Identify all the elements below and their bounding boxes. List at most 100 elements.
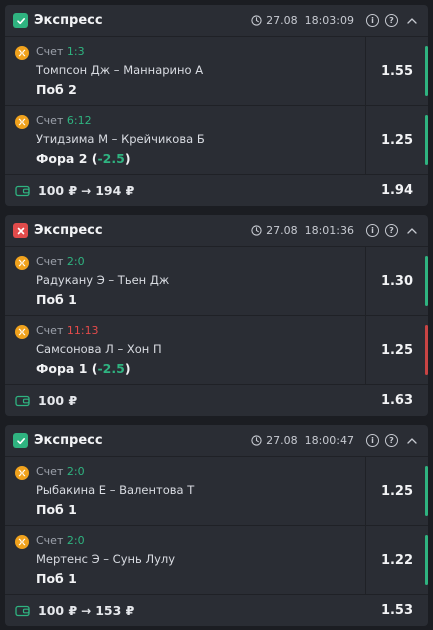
result-indicator-win: [425, 466, 428, 516]
clock-icon: [251, 435, 262, 446]
payout-amount: 153 ₽: [95, 603, 135, 618]
wallet-icon: [15, 605, 30, 616]
clock-icon: [251, 225, 262, 236]
event-row[interactable]: Счет 2:0 Мертенс Э – Сунь Лулу Поб 1 1.2…: [5, 526, 428, 595]
score-label: Счет: [36, 324, 64, 337]
tennis-ball-icon: [15, 535, 29, 549]
event-pick: Поб 1: [36, 571, 77, 586]
info-icon[interactable]: i: [366, 14, 379, 27]
score-value: 11:13: [66, 324, 99, 337]
event-score: Счет 11:13: [36, 324, 162, 340]
handicap-value: -2.5: [97, 361, 125, 376]
chevron-up-icon[interactable]: [404, 14, 420, 28]
chevron-up-icon[interactable]: [404, 434, 420, 448]
bet-history: Экспресс 27.08 18:03:09 i ? Счет 1:3 Том…: [0, 0, 433, 630]
score-value: 2:0: [66, 465, 85, 478]
bet-card-header: Экспресс 27.08 18:00:47 i ?: [5, 425, 428, 457]
event-score: Счет 6:12: [36, 114, 205, 130]
bet-card-footer: 100 ₽ 1.63: [5, 385, 428, 416]
event-row[interactable]: Счет 11:13 Самсонова Л – Хон П Фора 1 (-…: [5, 316, 428, 385]
result-indicator-win: [425, 46, 428, 96]
arrow-icon: →: [81, 183, 92, 198]
bet-card-header: Экспресс 27.08 18:03:09 i ?: [5, 5, 428, 37]
stake-amount: 100 ₽: [38, 393, 78, 408]
chevron-up-icon[interactable]: [404, 224, 420, 238]
bet-date: 27.08: [266, 434, 298, 447]
event-pick: Фора 1 (-2.5): [36, 361, 131, 376]
event-teams: Томпсон Дж – Маннарино А: [36, 63, 204, 77]
result-indicator-win: [425, 115, 428, 165]
info-icon[interactable]: i: [366, 224, 379, 237]
total-odds: 1.63: [380, 393, 414, 408]
wallet-icon: [15, 395, 30, 406]
payout-amount: 194 ₽: [95, 183, 135, 198]
score-value: 2:0: [66, 255, 85, 268]
bet-type-title: Экспресс: [34, 433, 103, 448]
result-indicator-loss: [425, 325, 428, 375]
event-score: Счет 1:3: [36, 45, 203, 61]
event-row[interactable]: Счет 6:12 Утидзима М – Крейчикова Б Фора…: [5, 106, 428, 175]
total-odds: 1.94: [380, 183, 414, 198]
event-row[interactable]: Счет 1:3 Томпсон Дж – Маннарино А Поб 2 …: [5, 37, 428, 106]
bet-time: 18:03:09: [304, 14, 354, 27]
stake-amount: 100 ₽: [38, 183, 78, 198]
bet-datetime: 27.08 18:00:47: [251, 434, 354, 447]
status-won-badge: [13, 13, 28, 28]
score-value: 2:0: [66, 534, 85, 547]
tennis-ball-icon: [15, 325, 29, 339]
score-value: 6:12: [66, 114, 92, 127]
bet-datetime: 27.08 18:03:09: [251, 14, 354, 27]
score-label: Счет: [36, 45, 64, 58]
bet-card: Экспресс 27.08 18:00:47 i ? Счет 2:0 Рыб…: [5, 425, 428, 626]
total-odds: 1.53: [380, 603, 414, 618]
event-row[interactable]: Счет 2:0 Рыбакина Е – Валентова Т Поб 1 …: [5, 457, 428, 526]
event-odds: 1.25: [380, 342, 414, 358]
bet-type-title: Экспресс: [34, 223, 103, 238]
bet-card-header: Экспресс 27.08 18:01:36 i ?: [5, 215, 428, 247]
bet-type-title: Экспресс: [34, 13, 103, 28]
checkmark-icon: [16, 437, 25, 444]
event-pick: Фора 2 (-2.5): [36, 151, 131, 166]
info-icon[interactable]: i: [366, 434, 379, 447]
event-pick: Поб 1: [36, 292, 77, 307]
event-teams: Мертенс Э – Сунь Лулу: [36, 552, 176, 566]
event-score: Счет 2:0: [36, 534, 175, 550]
bet-card-footer: 100 ₽ → 194 ₽ 1.94: [5, 175, 428, 206]
bet-card: Экспресс 27.08 18:03:09 i ? Счет 1:3 Том…: [5, 5, 428, 206]
tennis-ball-icon: [15, 115, 29, 129]
bet-date: 27.08: [266, 14, 298, 27]
event-teams: Рыбакина Е – Валентова Т: [36, 483, 195, 497]
event-pick: Поб 1: [36, 502, 77, 517]
help-icon[interactable]: ?: [385, 434, 398, 447]
result-indicator-win: [425, 256, 428, 306]
help-icon[interactable]: ?: [385, 14, 398, 27]
bet-time: 18:00:47: [304, 434, 354, 447]
handicap-value: -2.5: [97, 151, 125, 166]
event-pick: Поб 2: [36, 82, 77, 97]
score-value: 1:3: [66, 45, 85, 58]
event-odds: 1.25: [380, 132, 414, 148]
score-label: Счет: [36, 465, 64, 478]
event-row[interactable]: Счет 2:0 Радукану Э – Тьен Дж Поб 1 1.30: [5, 247, 428, 316]
score-label: Счет: [36, 255, 64, 268]
tennis-ball-icon: [15, 256, 29, 270]
event-odds: 1.25: [380, 483, 414, 499]
clock-icon: [251, 15, 262, 26]
status-lost-badge: [13, 223, 28, 238]
score-label: Счет: [36, 534, 64, 547]
bet-datetime: 27.08 18:01:36: [251, 224, 354, 237]
event-teams: Радукану Э – Тьен Дж: [36, 273, 170, 287]
cross-icon: [17, 227, 24, 234]
arrow-icon: →: [81, 603, 92, 618]
bet-date: 27.08: [266, 224, 298, 237]
event-odds: 1.55: [380, 63, 414, 79]
help-icon[interactable]: ?: [385, 224, 398, 237]
event-odds: 1.22: [380, 552, 414, 568]
bet-card-footer: 100 ₽ → 153 ₽ 1.53: [5, 595, 428, 626]
wallet-icon: [15, 185, 30, 196]
tennis-ball-icon: [15, 466, 29, 480]
checkmark-icon: [16, 17, 25, 24]
score-label: Счет: [36, 114, 64, 127]
event-teams: Самсонова Л – Хон П: [36, 342, 162, 356]
event-score: Счет 2:0: [36, 465, 194, 481]
